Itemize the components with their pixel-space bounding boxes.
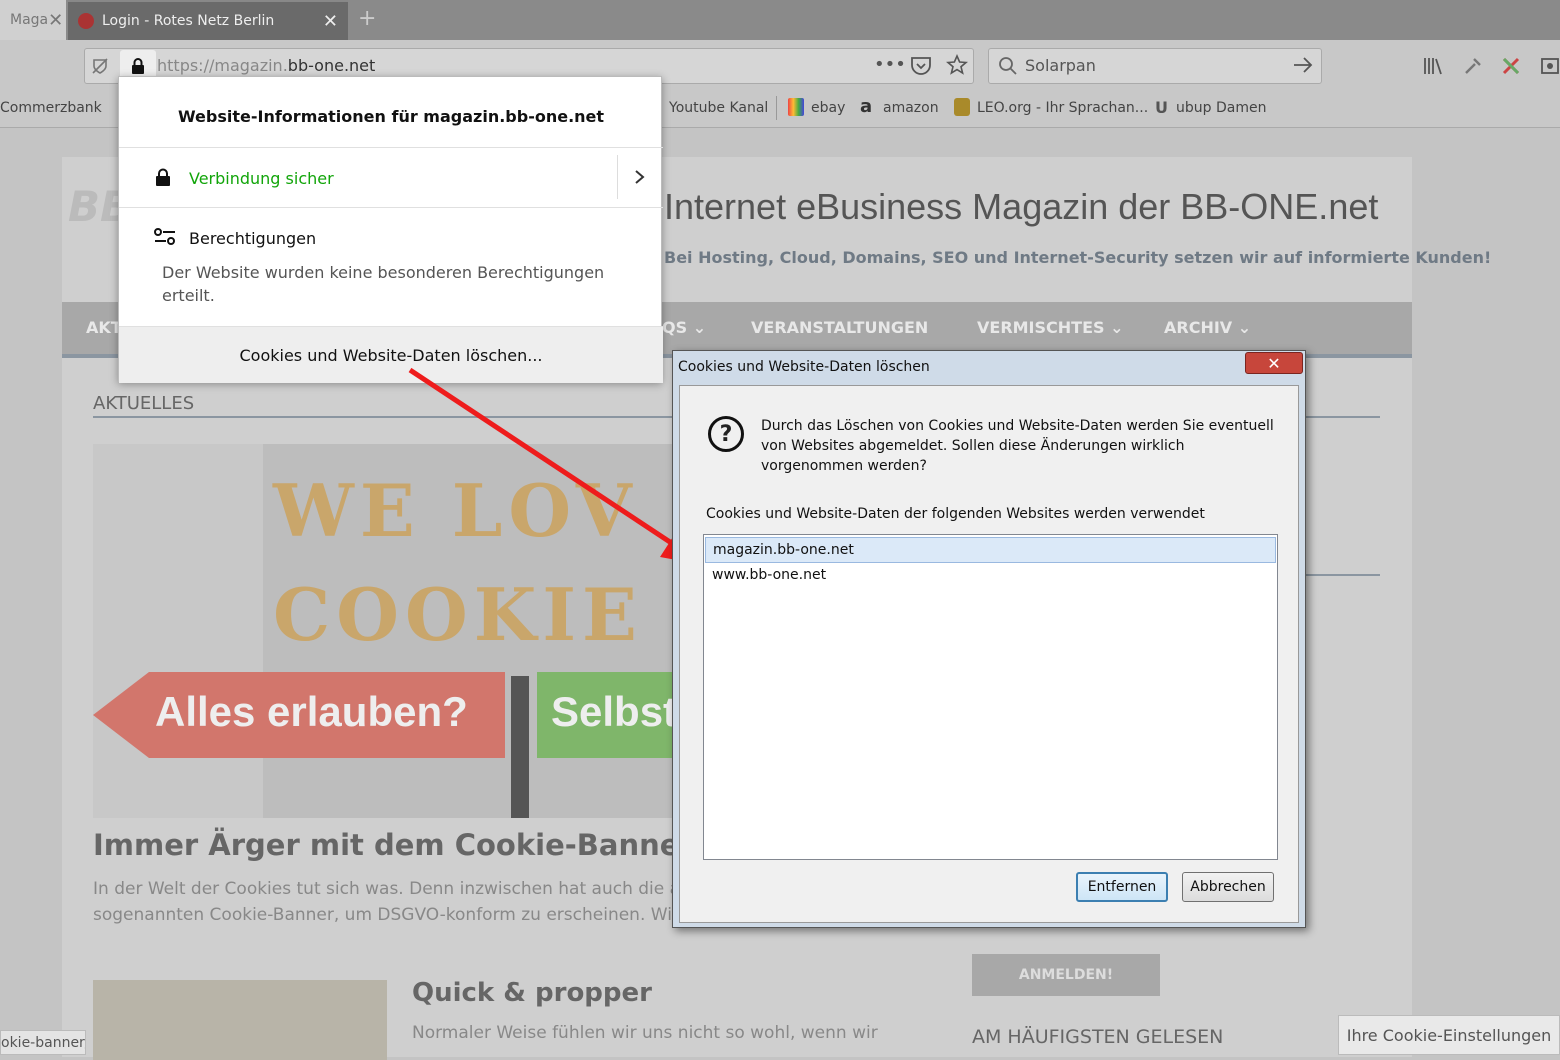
section-label: AKTUELLES bbox=[93, 393, 195, 414]
status-url: okie-banner/ bbox=[0, 1030, 86, 1055]
tab-label: Maga bbox=[10, 12, 49, 28]
article-excerpt: In der Welt der Cookies tut sich was. De… bbox=[93, 879, 707, 899]
nav-item-veranstaltungen[interactable]: VERANSTALTUNGEN bbox=[751, 318, 928, 337]
url-prefix: https://magazin. bbox=[157, 56, 288, 75]
dialog-close-button[interactable]: ✕ bbox=[1245, 352, 1303, 374]
clear-cookies-button[interactable]: Cookies und Website-Daten löschen... bbox=[119, 327, 663, 383]
remove-button[interactable]: Entfernen bbox=[1076, 872, 1168, 902]
site-info-panel: Website-Informationen für magazin.bb-one… bbox=[118, 76, 663, 383]
lock-icon bbox=[132, 58, 144, 74]
screenshot-icon[interactable] bbox=[1540, 55, 1560, 77]
hero-sign-text: Selbst bbox=[551, 688, 673, 735]
hero-image[interactable]: WE LOV COOKIE Alles erlauben? Selbst bbox=[93, 444, 673, 818]
article-title[interactable]: Quick & propper bbox=[412, 978, 652, 1008]
site-list-label: Cookies und Website-Daten der folgenden … bbox=[706, 506, 1205, 522]
popular-heading: AM HÄUFIGSTEN GELESEN bbox=[972, 1026, 1224, 1048]
tab-login[interactable]: Login - Rotes Netz Berlin ✕ bbox=[68, 0, 348, 40]
question-icon: ? bbox=[708, 416, 744, 452]
ubup-icon: U bbox=[1155, 98, 1168, 117]
bookmark-ubup[interactable]: ubup Damen bbox=[1176, 100, 1266, 116]
leo-icon bbox=[954, 98, 970, 116]
article-excerpt: Normaler Weise fühlen wir uns nicht so w… bbox=[412, 1023, 878, 1043]
eyedropper-icon[interactable] bbox=[1462, 55, 1484, 77]
dialog-message: Durch das Löschen von Cookies und Websit… bbox=[761, 418, 1274, 474]
cancel-button[interactable]: Abbrechen bbox=[1182, 872, 1274, 902]
search-icon bbox=[999, 57, 1017, 75]
dialog-body: ? Durch das Löschen von Cookies und Webs… bbox=[679, 385, 1299, 923]
divider bbox=[119, 207, 663, 208]
hero-text: WE LOV bbox=[273, 468, 638, 553]
panel-title: Website-Informationen für magazin.bb-one… bbox=[177, 107, 605, 126]
login-button[interactable]: ANMELDEN! bbox=[972, 954, 1160, 996]
nav-item-faqs[interactable]: QS ⌄ bbox=[662, 318, 706, 337]
site-title: Internet eBusiness Magazin der BB-ONE.ne… bbox=[664, 186, 1379, 227]
sidebar-divider bbox=[1300, 574, 1380, 576]
hero-text: COOKIE bbox=[273, 572, 643, 657]
url-domain: bb-one.net bbox=[287, 56, 376, 75]
article-excerpt: sogenannten Cookie-Banner, um DSGVO-konf… bbox=[93, 905, 699, 925]
library-icon[interactable] bbox=[1422, 55, 1444, 77]
cookie-settings-button[interactable]: Ihre Cookie-Einstellungen bbox=[1338, 1015, 1560, 1055]
bookmark-youtube[interactable]: Youtube Kanal bbox=[669, 100, 768, 116]
site-list[interactable]: magazin.bb-one.net www.bb-one.net bbox=[703, 534, 1278, 860]
favicon-icon bbox=[78, 13, 94, 29]
search-input[interactable]: Solarpan bbox=[1025, 56, 1096, 75]
list-item[interactable]: www.bb-one.net bbox=[705, 563, 1276, 589]
bookmark-commerzbank[interactable]: Commerzbank bbox=[0, 100, 102, 116]
bookmark-amazon[interactable]: amazon bbox=[883, 100, 939, 116]
tab-close-icon[interactable]: ✕ bbox=[48, 10, 63, 31]
divider bbox=[617, 155, 618, 199]
tab-label: Login - Rotes Netz Berlin bbox=[102, 13, 275, 29]
url-text[interactable]: https://magazin.bb-one.net bbox=[157, 56, 375, 75]
list-item[interactable]: magazin.bb-one.net bbox=[705, 537, 1276, 563]
search-go-arrow-icon[interactable] bbox=[1292, 55, 1314, 75]
nav-item-vermischtes[interactable]: VERMISCHTES ⌄ bbox=[977, 318, 1124, 337]
hero-sign-text: Alles erlauben? bbox=[155, 688, 468, 735]
bookmark-star-icon[interactable] bbox=[946, 54, 968, 76]
chevron-right-icon[interactable] bbox=[633, 169, 647, 185]
tab-magazin[interactable]: Maga ✕ bbox=[0, 0, 66, 40]
page-actions-icon[interactable]: ••• bbox=[874, 54, 906, 75]
hero-pole bbox=[511, 676, 529, 818]
tracking-protection-icon[interactable] bbox=[90, 56, 110, 76]
sidebar-divider bbox=[1300, 416, 1380, 418]
extension-cross-icon[interactable] bbox=[1500, 55, 1522, 77]
permissions-label: Berechtigungen bbox=[189, 229, 317, 248]
section-divider bbox=[93, 416, 673, 418]
new-tab-button[interactable]: + bbox=[358, 6, 376, 31]
bookmark-separator bbox=[776, 96, 777, 120]
nav-item-aktuelles[interactable]: AKT bbox=[86, 318, 122, 337]
permissions-icon bbox=[154, 228, 175, 245]
lock-icon bbox=[156, 168, 170, 186]
bookmark-leo[interactable]: LEO.org - Ihr Sprachan... bbox=[977, 100, 1148, 116]
article-thumbnail[interactable] bbox=[93, 980, 387, 1060]
article-title[interactable]: Immer Ärger mit dem Cookie-Banner bbox=[93, 828, 694, 862]
amazon-icon: a bbox=[860, 96, 873, 117]
site-subtitle: Bei Hosting, Cloud, Domains, SEO und Int… bbox=[664, 248, 1492, 267]
clear-data-dialog: Cookies und Website-Daten löschen ✕ ? Du… bbox=[672, 350, 1306, 928]
permissions-description: Der Website wurden keine besonderen Bere… bbox=[162, 263, 605, 305]
pocket-icon[interactable] bbox=[910, 55, 932, 75]
bookmark-ebay[interactable]: ebay bbox=[811, 100, 845, 116]
connection-status[interactable]: Verbindung sicher bbox=[189, 169, 334, 188]
ebay-bag-icon bbox=[788, 98, 804, 116]
nav-item-archiv[interactable]: ARCHIV ⌄ bbox=[1164, 318, 1251, 337]
dialog-title: Cookies und Website-Daten löschen bbox=[678, 359, 930, 375]
tab-close-icon[interactable]: ✕ bbox=[323, 11, 338, 32]
